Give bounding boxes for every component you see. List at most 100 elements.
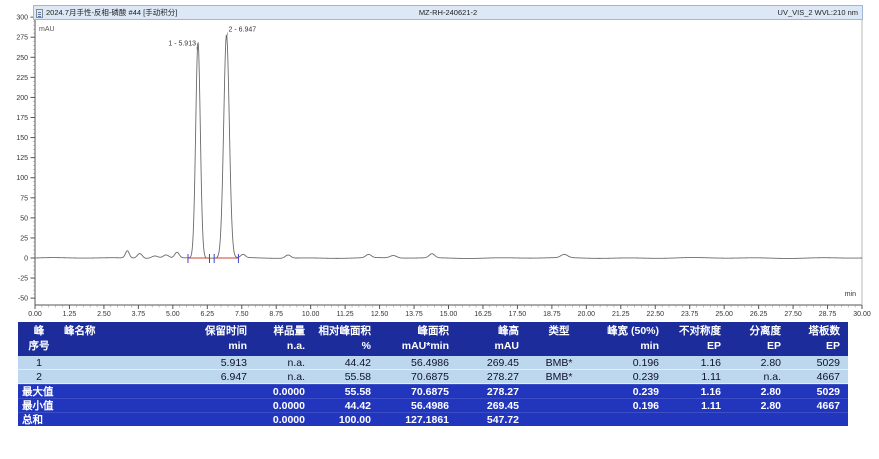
header-cell: 峰宽 (50%)min	[591, 322, 667, 356]
chromatogram-plot[interactable]: mAUmin3002752502252001751501251007550250…	[0, 0, 879, 318]
svg-text:275: 275	[16, 35, 28, 42]
summary-row: 最小值0.000044.4256.4986269.450.1961.112.80…	[18, 398, 848, 412]
summary-label: 最大值	[18, 384, 175, 398]
svg-text:28.75: 28.75	[819, 311, 837, 318]
cell: BMB*	[527, 356, 591, 370]
svg-text:17.50: 17.50	[509, 311, 527, 318]
cell	[60, 356, 175, 370]
cell: 0.196	[591, 398, 667, 412]
peak-2-label: 2 - 6.947	[229, 27, 257, 34]
peak-results-table: 峰序号峰名称 保留时间min样品量n.a.相对峰面积%峰面积mAU*min峰高m…	[18, 322, 848, 426]
cell: 0.239	[591, 370, 667, 384]
svg-text:26.25: 26.25	[750, 311, 768, 318]
cell	[60, 370, 175, 384]
header-cell: 峰高mAU	[457, 322, 527, 356]
svg-text:21.25: 21.25	[612, 311, 630, 318]
cell: 5.913	[175, 356, 255, 370]
svg-text:5.00: 5.00	[166, 311, 180, 318]
cell	[667, 412, 729, 426]
svg-text:0.00: 0.00	[28, 311, 42, 318]
cell	[175, 398, 255, 412]
cell: 0.0000	[255, 384, 313, 398]
chromatogram-trace[interactable]	[35, 35, 862, 259]
svg-text:23.75: 23.75	[681, 311, 699, 318]
svg-text:16.25: 16.25	[474, 311, 492, 318]
svg-text:15.00: 15.00	[440, 311, 458, 318]
x-axis-ticks: 0.001.252.503.755.006.257.508.7510.0011.…	[28, 305, 871, 318]
svg-text:75: 75	[20, 195, 28, 202]
cell: n.a.	[255, 356, 313, 370]
cell: 5029	[789, 356, 848, 370]
cell: 269.45	[457, 398, 527, 412]
svg-text:100: 100	[16, 175, 28, 182]
cell: 4667	[789, 370, 848, 384]
svg-text:2.50: 2.50	[97, 311, 111, 318]
cell: 55.58	[313, 370, 379, 384]
cell	[175, 412, 255, 426]
cell: 2	[18, 370, 60, 384]
header-cell: 分离度EP	[729, 322, 789, 356]
svg-text:225: 225	[16, 75, 28, 82]
cell: 56.4986	[379, 398, 457, 412]
svg-text:250: 250	[16, 55, 28, 62]
peak-1-label: 1 - 5.913	[168, 41, 196, 48]
chromatogram-title-bar: 2024.7月手性-反相-磷酸 #44 [手动积分] MZ-RH-240621-…	[33, 5, 863, 20]
cell: 56.4986	[379, 356, 457, 370]
cell: 4667	[789, 398, 848, 412]
cell: 2.80	[729, 356, 789, 370]
header-cell: 不对称度EP	[667, 322, 729, 356]
y-axis-ticks: 3002752502252001751501251007550250-25-50	[16, 15, 35, 303]
cell	[729, 412, 789, 426]
cell: 2.80	[729, 398, 789, 412]
cell: 547.72	[457, 412, 527, 426]
cell: BMB*	[527, 370, 591, 384]
y-axis-unit: mAU	[39, 26, 55, 33]
cell: 0.196	[591, 356, 667, 370]
header-cell: 峰面积mAU*min	[379, 322, 457, 356]
svg-text:18.75: 18.75	[543, 311, 561, 318]
cell: 278.27	[457, 384, 527, 398]
table-row[interactable]: 26.947n.a.55.5870.6875278.27BMB*0.2391.1…	[18, 370, 848, 384]
table-row[interactable]: 15.913n.a.44.4256.4986269.45BMB*0.1961.1…	[18, 356, 848, 370]
table-header-row: 峰序号峰名称 保留时间min样品量n.a.相对峰面积%峰面积mAU*min峰高m…	[18, 322, 848, 356]
cell	[789, 412, 848, 426]
cell: 0.239	[591, 384, 667, 398]
svg-text:20.00: 20.00	[578, 311, 596, 318]
chromatography-report: mAUmin3002752502252001751501251007550250…	[0, 0, 879, 459]
svg-text:150: 150	[16, 135, 28, 142]
svg-text:8.75: 8.75	[269, 311, 283, 318]
cell	[527, 384, 591, 398]
x-axis-unit: min	[845, 291, 856, 298]
header-cell: 类型	[527, 322, 591, 356]
sample-name: MZ-RH-240621-2	[34, 6, 862, 19]
svg-text:175: 175	[16, 115, 28, 122]
svg-text:25.00: 25.00	[715, 311, 733, 318]
header-cell: 塔板数EP	[789, 322, 848, 356]
svg-text:3.75: 3.75	[132, 311, 146, 318]
cell: 70.6875	[379, 370, 457, 384]
summary-label: 最小值	[18, 398, 175, 412]
cell	[591, 412, 667, 426]
header-cell: 峰名称	[60, 322, 175, 356]
svg-text:1.25: 1.25	[63, 311, 77, 318]
svg-text:6.25: 6.25	[200, 311, 214, 318]
cell: 278.27	[457, 370, 527, 384]
cell: 1.11	[667, 398, 729, 412]
header-cell: 相对峰面积%	[313, 322, 379, 356]
svg-text:30.00: 30.00	[853, 311, 871, 318]
svg-text:50: 50	[20, 215, 28, 222]
svg-text:125: 125	[16, 155, 28, 162]
cell: 1.16	[667, 356, 729, 370]
svg-text:12.50: 12.50	[371, 311, 389, 318]
svg-text:13.75: 13.75	[405, 311, 423, 318]
svg-text:27.50: 27.50	[784, 311, 802, 318]
header-cell: 峰序号	[18, 322, 60, 356]
svg-text:300: 300	[16, 15, 28, 22]
header-cell: 保留时间min	[175, 322, 255, 356]
svg-text:11.25: 11.25	[337, 311, 354, 318]
cell	[527, 398, 591, 412]
svg-text:10.00: 10.00	[302, 311, 320, 318]
cell: 269.45	[457, 356, 527, 370]
cell: 70.6875	[379, 384, 457, 398]
cell: 100.00	[313, 412, 379, 426]
